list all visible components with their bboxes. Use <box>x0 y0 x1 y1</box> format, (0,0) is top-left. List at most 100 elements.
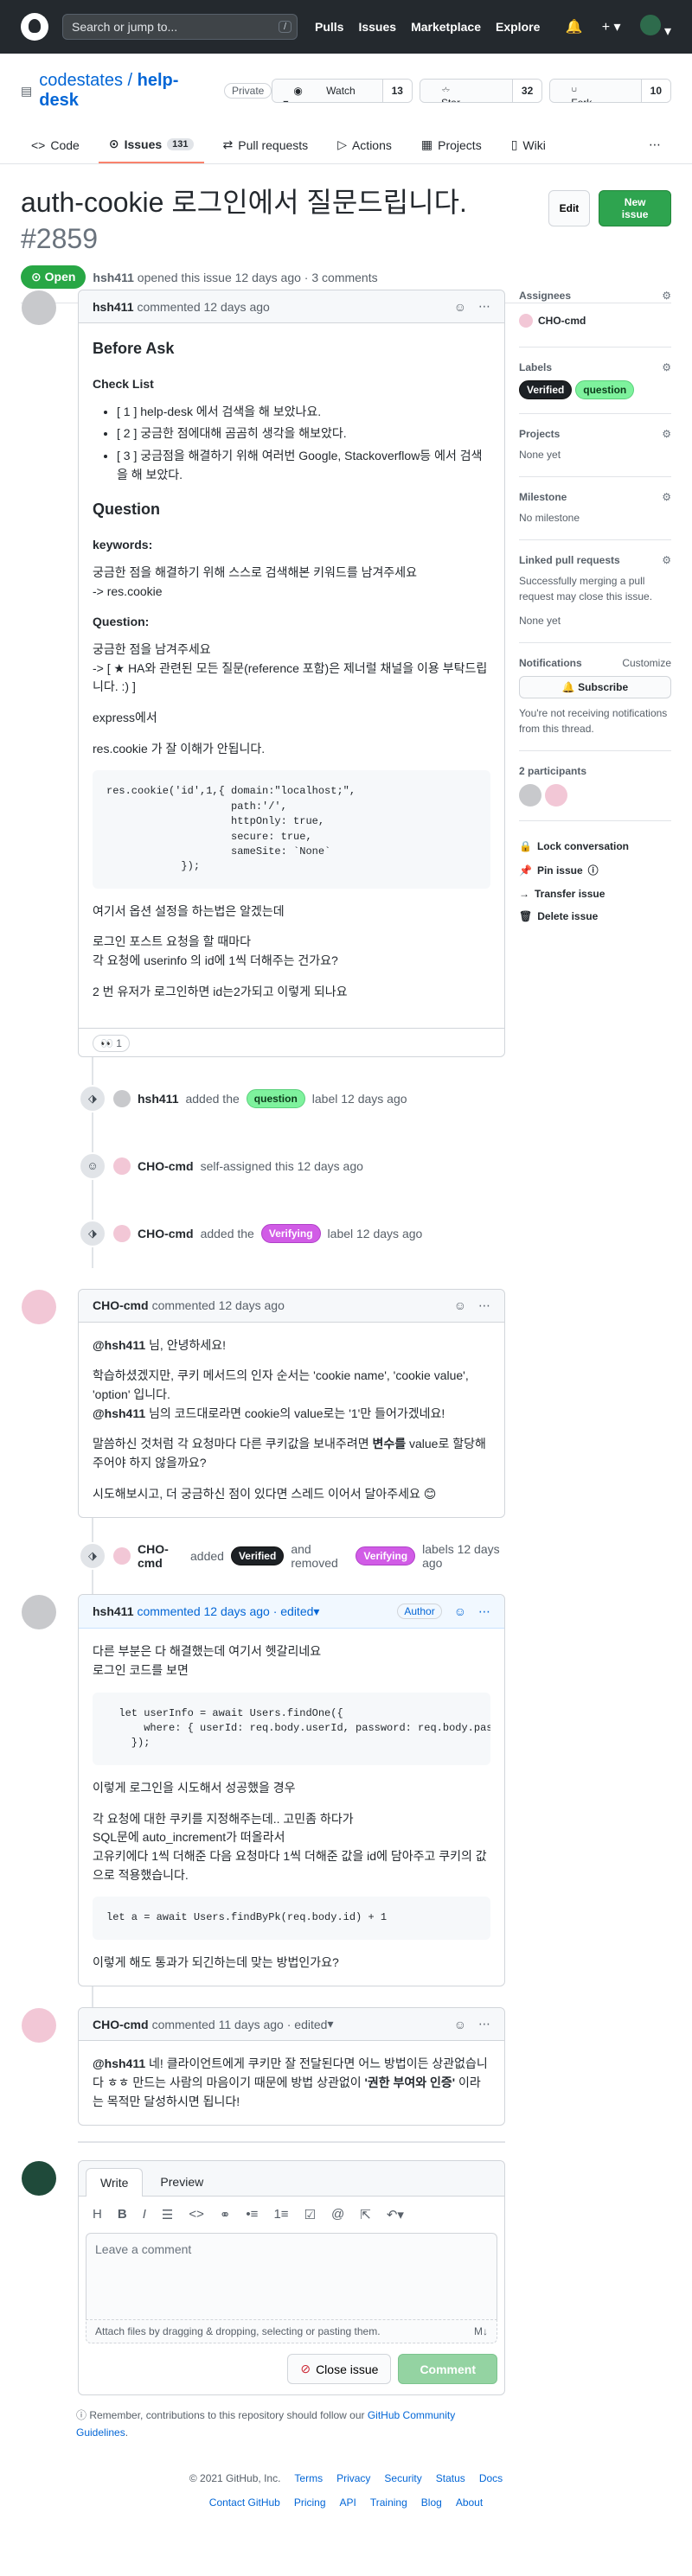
new-issue-button[interactable]: New issue <box>599 190 671 226</box>
delete-issue-link[interactable]: 🗑 Delete issue <box>519 905 671 928</box>
cross-reference-icon[interactable]: ⇱ <box>360 2207 371 2222</box>
event-user-link[interactable]: CHO-cmd <box>138 1542 183 1570</box>
avatar[interactable] <box>22 1289 56 1324</box>
create-new-plus-icon[interactable]: + ▾ <box>602 18 621 35</box>
footer-link-pricing[interactable]: Pricing <box>294 2496 326 2509</box>
mention-link[interactable]: @hsh411 <box>93 1406 145 1420</box>
kebab-menu-icon[interactable]: ⋯ <box>478 1298 490 1313</box>
reply-icon[interactable]: ↶▾ <box>387 2207 404 2222</box>
footer-link-about[interactable]: About <box>456 2496 483 2509</box>
smiley-reaction-icon[interactable]: ☺ <box>454 2018 466 2031</box>
avatar[interactable] <box>545 784 567 807</box>
watch-button[interactable]: ◉ Watch ▾ 13 <box>272 79 413 103</box>
gear-icon[interactable]: ⚙ <box>662 554 671 566</box>
heading-icon[interactable]: H <box>93 2207 102 2222</box>
avatar[interactable] <box>113 1157 131 1175</box>
footer-link-terms[interactable]: Terms <box>294 2472 323 2484</box>
kebab-menu-icon[interactable]: ⋯ <box>478 2017 490 2031</box>
tab-pull-requests[interactable]: ⇄ Pull requests <box>213 130 319 163</box>
comment-author-link[interactable]: CHO-cmd <box>93 2018 149 2031</box>
kebab-menu-icon[interactable]: ⋯ <box>478 1604 490 1619</box>
nav-explore[interactable]: Explore <box>496 20 540 34</box>
smiley-reaction-icon[interactable]: ☺ <box>454 300 466 314</box>
smiley-reaction-icon[interactable]: ☺ <box>454 1298 466 1312</box>
footer-link-privacy[interactable]: Privacy <box>336 2472 370 2484</box>
fork-button[interactable]: ⑂ Fork 10 <box>549 79 671 103</box>
comment-timestamp[interactable]: commented 12 days ago <box>137 300 269 314</box>
comment-author-link[interactable]: hsh411 <box>93 1604 133 1618</box>
gear-icon[interactable]: ⚙ <box>662 361 671 373</box>
footer-link-api[interactable]: API <box>340 2496 356 2509</box>
mention-link[interactable]: @hsh411 <box>93 2056 145 2070</box>
repo-owner-link[interactable]: codestates <box>39 71 123 90</box>
fork-count[interactable]: 10 <box>640 80 670 102</box>
comment-timestamp[interactable]: commented 12 days ago <box>152 1298 285 1312</box>
star-button[interactable]: ☆ Star 32 <box>419 79 543 103</box>
user-avatar-menu[interactable]: ▾ <box>639 14 671 40</box>
task-list-icon[interactable]: ☑ <box>304 2207 316 2222</box>
attach-files-zone[interactable]: Attach files by dragging & dropping, sel… <box>86 2319 497 2344</box>
gear-icon[interactable]: ⚙ <box>662 428 671 440</box>
lock-conversation-link[interactable]: 🔒 Lock conversation <box>519 835 671 858</box>
event-user-link[interactable]: hsh411 <box>138 1092 178 1106</box>
comment-author-link[interactable]: CHO-cmd <box>93 1298 149 1312</box>
comment-author-link[interactable]: hsh411 <box>93 300 133 314</box>
bold-icon[interactable]: B <box>118 2207 127 2222</box>
avatar[interactable] <box>519 784 541 807</box>
mention-link[interactable]: @hsh411 <box>93 1338 145 1352</box>
eyes-reaction-button[interactable]: 👀 1 <box>93 1034 130 1052</box>
numbered-list-icon[interactable]: 1≡ <box>273 2207 288 2222</box>
assignee-link[interactable]: CHO-cmd <box>538 315 586 327</box>
italic-icon[interactable]: I <box>143 2207 146 2222</box>
pin-issue-link[interactable]: 📌 Pin issue ⓘ <box>519 858 671 883</box>
avatar[interactable] <box>113 1089 131 1107</box>
comment-timestamp[interactable]: commented 11 days ago · edited <box>152 2018 328 2031</box>
bulleted-list-icon[interactable]: •≡ <box>246 2207 258 2222</box>
tab-write[interactable]: Write <box>86 2168 144 2197</box>
mention-icon[interactable]: @ <box>331 2207 344 2222</box>
label-verified[interactable]: Verified <box>519 380 573 399</box>
star-count[interactable]: 32 <box>511 80 542 102</box>
code-icon[interactable]: <> <box>189 2207 204 2222</box>
avatar[interactable] <box>22 290 56 325</box>
edit-button[interactable]: Edit <box>548 190 591 226</box>
avatar[interactable] <box>22 2008 56 2044</box>
label-verifying[interactable]: Verifying <box>356 1546 416 1566</box>
avatar[interactable] <box>22 2161 56 2197</box>
search-input[interactable]: Search or jump to... / <box>62 14 298 40</box>
nav-marketplace[interactable]: Marketplace <box>411 20 481 34</box>
label-verifying[interactable]: Verifying <box>260 1223 321 1243</box>
nav-issues[interactable]: Issues <box>358 20 396 34</box>
event-user-link[interactable]: CHO-cmd <box>138 1227 194 1240</box>
footer-link-blog[interactable]: Blog <box>421 2496 442 2509</box>
avatar[interactable] <box>113 1547 131 1565</box>
footer-link-docs[interactable]: Docs <box>479 2472 503 2484</box>
label-question[interactable]: question <box>246 1088 305 1108</box>
transfer-issue-link[interactable]: → Transfer issue <box>519 883 671 905</box>
gear-icon[interactable]: ⚙ <box>662 491 671 503</box>
gear-icon[interactable]: ⚙ <box>662 290 671 302</box>
tab-code[interactable]: <> Code <box>21 130 90 163</box>
tab-issues[interactable]: ⊙ Issues 131 <box>98 130 204 163</box>
comment-button[interactable]: Comment <box>398 2354 497 2385</box>
chevron-down-icon[interactable]: ▾ <box>327 2017 333 2031</box>
avatar[interactable] <box>113 1224 131 1242</box>
issue-author-link[interactable]: hsh411 <box>93 271 133 284</box>
footer-link-security[interactable]: Security <box>384 2472 421 2484</box>
kebab-menu-icon[interactable]: ⋯ <box>478 299 490 314</box>
label-question[interactable]: question <box>575 380 635 399</box>
quote-icon[interactable]: ☰ <box>162 2207 173 2222</box>
github-logo-icon[interactable] <box>21 13 48 41</box>
smiley-reaction-icon[interactable]: ☺ <box>454 1604 466 1618</box>
tab-wiki[interactable]: ▯ Wiki <box>501 130 556 163</box>
comment-timestamp[interactable]: commented 12 days ago · edited <box>137 1604 313 1618</box>
watch-count[interactable]: 13 <box>381 80 412 102</box>
subscribe-button[interactable]: 🔔 Subscribe <box>519 676 671 698</box>
footer-link-status[interactable]: Status <box>436 2472 465 2484</box>
chevron-down-icon[interactable]: ▾ <box>313 1604 319 1619</box>
link-icon[interactable]: ⚭ <box>220 2207 231 2222</box>
more-menu-icon[interactable]: ⋯ <box>638 130 671 163</box>
avatar[interactable] <box>22 1595 56 1630</box>
notification-bell-icon[interactable]: 🔔 <box>566 18 583 35</box>
avatar[interactable] <box>519 314 533 328</box>
